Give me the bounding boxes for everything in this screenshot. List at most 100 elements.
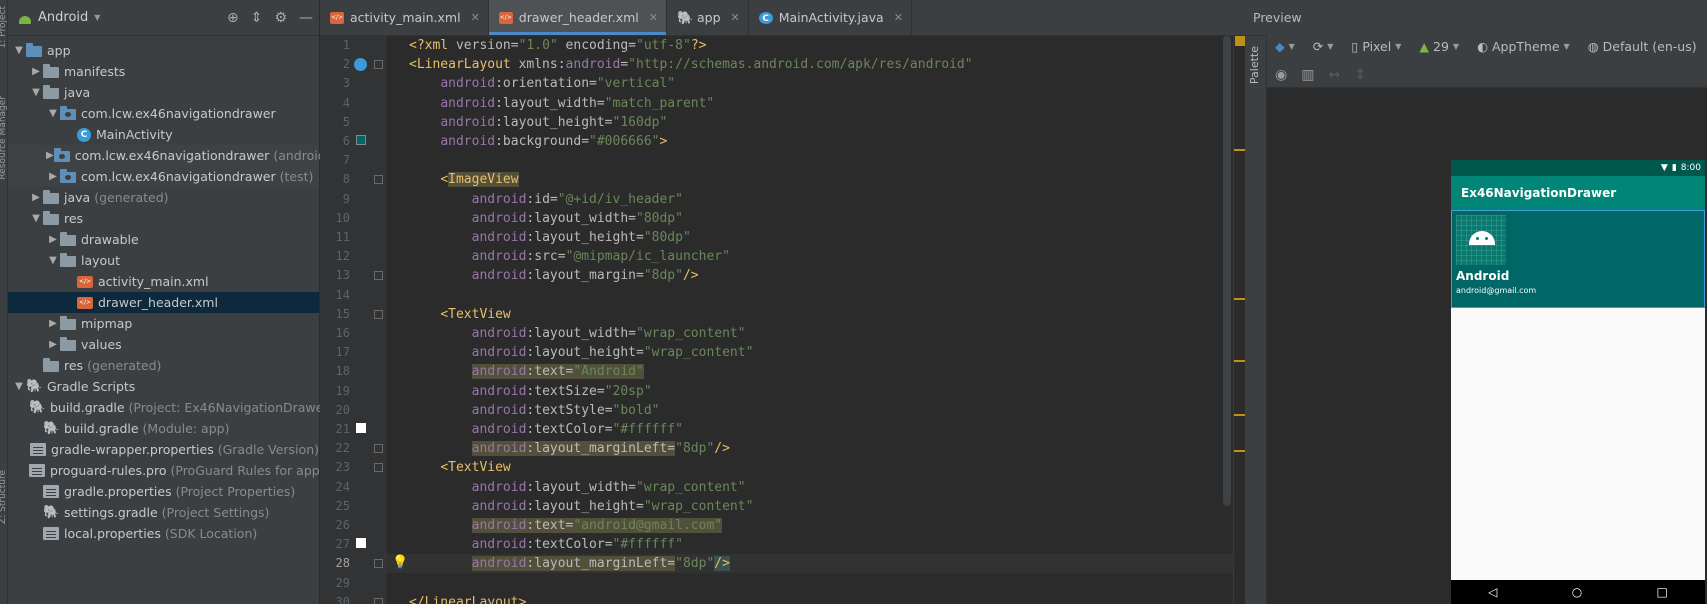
tree-item[interactable]: ▶ drawable bbox=[8, 229, 319, 250]
palette-label[interactable]: Palette bbox=[1248, 46, 1261, 84]
tree-item[interactable]: ▼ com.lcw.ex46navigationdrawer bbox=[8, 103, 319, 124]
code-line[interactable]: android:layout_marginLeft="8dp"/> bbox=[386, 554, 1233, 574]
tree-item[interactable]: res (generated) bbox=[8, 355, 319, 376]
code-line[interactable]: android:text="android@gmail.com" bbox=[386, 516, 1233, 535]
collapse-arrow-icon[interactable]: ▶ bbox=[46, 150, 54, 161]
code-line[interactable]: android:textSize="20sp" bbox=[386, 382, 1233, 401]
fold-marker-icon[interactable] bbox=[374, 444, 383, 454]
code-line[interactable]: android:layout_height="wrap_content" bbox=[386, 343, 1233, 362]
code-line[interactable] bbox=[386, 574, 1233, 593]
tree-item[interactable]: ▶ com.lcw.ex46navigationdrawer (test) bbox=[8, 166, 319, 187]
tree-item[interactable]: ▶ values bbox=[8, 334, 319, 355]
design-surface-selector[interactable]: ◆ ▼ bbox=[1275, 39, 1295, 54]
code-line[interactable]: <LinearLayout xmlns:android="http://sche… bbox=[386, 55, 1233, 74]
locale-selector[interactable]: ◍ Default (en-us) bbox=[1588, 39, 1697, 54]
fold-marker-icon[interactable] bbox=[374, 463, 383, 473]
color-swatch-icon[interactable] bbox=[356, 423, 366, 433]
code-line[interactable]: <ImageView bbox=[386, 170, 1233, 189]
code-line[interactable]: android:textColor="#ffffff" bbox=[386, 535, 1233, 554]
editor-tab[interactable]: C MainActivity.java ✕ bbox=[749, 0, 912, 35]
code-line[interactable]: android:layout_width="wrap_content" bbox=[386, 478, 1233, 497]
code-line[interactable]: android:layout_margin="8dp"/> bbox=[386, 266, 1233, 285]
code-line[interactable]: <TextView bbox=[386, 305, 1233, 324]
tree-item[interactable]: 🐘 settings.gradle (Project Settings) bbox=[8, 502, 319, 523]
api-selector[interactable]: ▲ 29 ▼ bbox=[1419, 39, 1459, 54]
tree-item[interactable]: 🐘 build.gradle (Project: Ex46NavigationDra… bbox=[8, 397, 333, 418]
code-area[interactable]: <?xml version="1.0" encoding="utf-8"?> <L… bbox=[386, 36, 1233, 604]
code-line[interactable] bbox=[386, 151, 1233, 170]
structure-tool-label[interactable]: Z: Structure bbox=[0, 470, 8, 524]
tree-item[interactable]: C MainActivity bbox=[8, 124, 319, 145]
tree-item[interactable]: </> activity_main.xml bbox=[8, 271, 319, 292]
code-line[interactable]: android:orientation="vertical" bbox=[386, 74, 1233, 93]
theme-selector[interactable]: ◐ AppTheme ▼ bbox=[1477, 39, 1570, 54]
back-icon[interactable]: ◁ bbox=[1488, 585, 1497, 599]
lightbulb-icon[interactable]: 💡 bbox=[392, 555, 408, 570]
horizontal-resize-icon[interactable]: ↔ bbox=[1328, 67, 1340, 83]
code-line[interactable]: android:layout_height="80dp" bbox=[386, 228, 1233, 247]
color-swatch-icon[interactable] bbox=[356, 538, 366, 549]
project-view-selector[interactable]: Android ▼ bbox=[18, 10, 100, 25]
tree-item[interactable]: ▶ mipmap bbox=[8, 313, 319, 334]
fold-marker-icon[interactable] bbox=[374, 60, 383, 70]
collapse-all-icon[interactable]: ⇕ bbox=[251, 10, 263, 26]
fold-marker-icon[interactable] bbox=[374, 559, 383, 569]
tree-item[interactable]: gradle.properties (Project Properties) bbox=[8, 481, 319, 502]
collapse-arrow-icon[interactable]: ▶ bbox=[46, 171, 60, 182]
header-name-text[interactable]: Android bbox=[1456, 269, 1509, 283]
collapse-arrow-icon[interactable]: ▶ bbox=[29, 192, 43, 203]
code-line[interactable]: android:layout_height="160dp" bbox=[386, 113, 1233, 132]
tree-item[interactable]: proguard-rules.pro (ProGuard Rules for ap… bbox=[8, 460, 325, 481]
code-line[interactable] bbox=[386, 286, 1233, 305]
editor-scrollbar[interactable] bbox=[1223, 36, 1231, 506]
code-line[interactable]: </LinearLayout> bbox=[386, 593, 1233, 604]
collapse-arrow-icon[interactable]: ▶ bbox=[29, 66, 43, 77]
expand-arrow-icon[interactable]: ▼ bbox=[29, 87, 43, 98]
expand-arrow-icon[interactable]: ▼ bbox=[46, 255, 60, 266]
warning-indicator[interactable] bbox=[1235, 36, 1245, 46]
code-line[interactable]: android:textStyle="bold" bbox=[386, 401, 1233, 420]
tree-item[interactable]: ▼ layout bbox=[8, 250, 319, 271]
tree-item[interactable]: ▼ res bbox=[8, 208, 319, 229]
expand-arrow-icon[interactable]: ▼ bbox=[29, 213, 43, 224]
tree-item[interactable]: gradle-wrapper.properties (Gradle Version… bbox=[8, 439, 319, 460]
code-line[interactable]: android:background="#006666"> bbox=[386, 132, 1233, 151]
code-line[interactable]: android:id="@+id/iv_header" bbox=[386, 190, 1233, 209]
expand-arrow-icon[interactable]: ▼ bbox=[12, 381, 26, 392]
drawer-header-preview[interactable]: Android android@gmail.com bbox=[1451, 210, 1705, 308]
code-line[interactable]: android:src="@mipmap/ic_launcher" bbox=[386, 247, 1233, 266]
locate-icon[interactable]: ⊕ bbox=[227, 10, 239, 26]
expand-arrow-icon[interactable]: ▼ bbox=[46, 108, 60, 119]
editor-tab[interactable]: 🐘 app ✕ bbox=[667, 0, 749, 35]
device-selector[interactable]: ▯ Pixel ▼ bbox=[1351, 39, 1401, 54]
vertical-resize-icon[interactable]: ↕ bbox=[1354, 67, 1366, 83]
code-line[interactable]: android:layout_height="wrap_content" bbox=[386, 497, 1233, 516]
close-icon[interactable]: ✕ bbox=[894, 11, 903, 24]
header-image[interactable] bbox=[1456, 215, 1506, 265]
tree-item[interactable]: local.properties (SDK Location) bbox=[8, 523, 319, 544]
code-line[interactable]: <?xml version="1.0" encoding="utf-8"?> bbox=[386, 36, 1233, 55]
tree-item[interactable]: ▶ java (generated) bbox=[8, 187, 319, 208]
close-icon[interactable]: ✕ bbox=[471, 11, 480, 24]
tree-item[interactable]: ▼ app bbox=[8, 40, 319, 61]
collapse-arrow-icon[interactable]: ▶ bbox=[46, 234, 60, 245]
blueprint-icon[interactable]: ▥ bbox=[1301, 67, 1314, 83]
editor-tab[interactable]: </> drawer_header.xml ✕ bbox=[488, 0, 667, 35]
tree-item[interactable]: ▼ 🐘 Gradle Scripts bbox=[8, 376, 319, 397]
code-line[interactable]: android:layout_marginLeft="8dp"/> bbox=[386, 439, 1233, 458]
resource-manager-tool-label[interactable]: Resource Manager bbox=[0, 96, 8, 180]
fold-marker-icon[interactable] bbox=[374, 271, 383, 281]
class-marker-icon[interactable] bbox=[354, 58, 367, 72]
expand-arrow-icon[interactable]: ▼ bbox=[12, 45, 26, 56]
fold-marker-icon[interactable] bbox=[374, 597, 383, 604]
code-line[interactable]: <TextView bbox=[386, 458, 1233, 477]
minimize-icon[interactable]: — bbox=[299, 10, 313, 26]
code-line[interactable]: android:text="Android" bbox=[386, 362, 1233, 381]
orientation-selector[interactable]: ⟳ ▼ bbox=[1313, 39, 1334, 54]
fold-marker-icon[interactable] bbox=[374, 175, 383, 185]
gear-icon[interactable]: ⚙ bbox=[274, 10, 287, 26]
fold-marker-icon[interactable] bbox=[374, 309, 383, 319]
close-icon[interactable]: ✕ bbox=[649, 11, 658, 24]
home-icon[interactable]: ○ bbox=[1572, 585, 1582, 599]
code-line[interactable]: android:layout_width="wrap_content" bbox=[386, 324, 1233, 343]
